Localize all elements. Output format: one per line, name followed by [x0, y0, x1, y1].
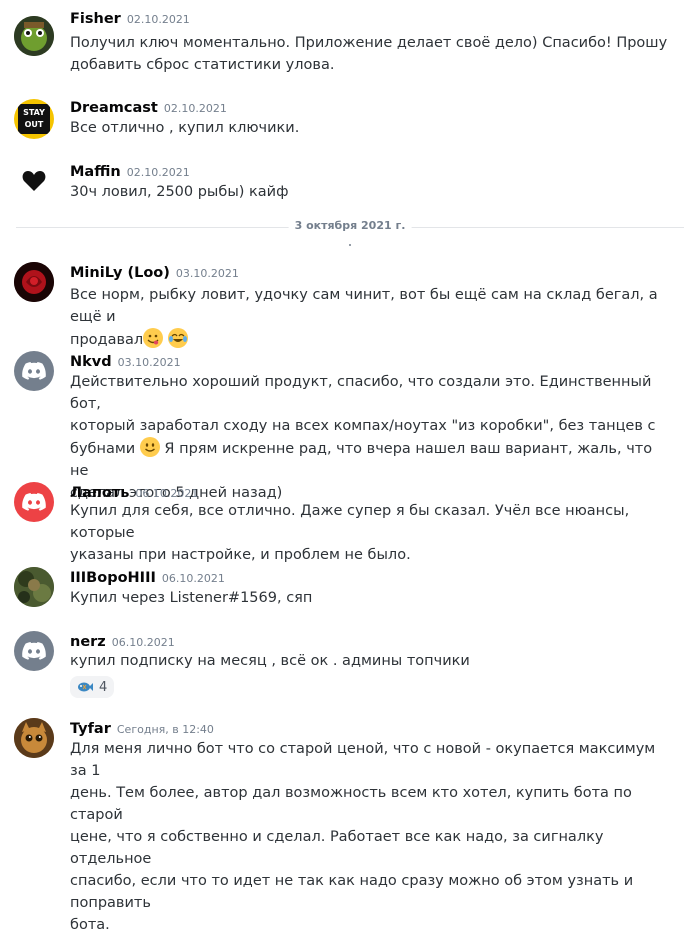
- message-maffin: Maffin 02.10.2021 30ч ловил, 2500 рыбы) к…: [0, 161, 700, 211]
- avatar-maffin[interactable]: [14, 161, 54, 201]
- message-lapot: Лапоть 06.10.2021 Купил для себя, все отл…: [0, 482, 700, 563]
- stay-out-logo-icon: STAY OUT: [18, 104, 50, 134]
- divider-dot: [349, 244, 351, 246]
- reaction-button[interactable]: 4: [70, 676, 115, 698]
- timestamp: 06.10.2021: [135, 487, 199, 500]
- text-line: Действительно хороший продукт, спасибо, …: [70, 374, 652, 412]
- author-name[interactable]: Dreamcast: [70, 100, 158, 116]
- date-divider-label: 3 октября 2021 г.: [288, 219, 412, 232]
- message-iiiborohiii: IIIBороHIII 06.10.2021 Купил через Listen…: [0, 567, 700, 617]
- fish-emoji-icon: [78, 682, 93, 692]
- message-tyfar: Tyfar Сегодня, в 12:40 Для меня лично бот…: [0, 718, 700, 933]
- text-line: купил подписку на месяц , всё ок . админ…: [70, 653, 470, 669]
- timestamp: 02.10.2021: [126, 13, 190, 26]
- message-text: Для меня лично бот что со старой ценой, …: [70, 738, 670, 936]
- author-name[interactable]: IIIBороHIII: [70, 570, 156, 586]
- text-line: Купил через Listener#1569, сяп: [70, 590, 313, 606]
- text-line: Для меня лично бот что со старой ценой, …: [70, 741, 656, 779]
- text-line: цене, что я собственно и сделал. Работае…: [70, 829, 604, 867]
- timestamp: 03.10.2021: [175, 267, 239, 280]
- frog-avatar-icon: [14, 16, 54, 56]
- avatar-fisher[interactable]: [14, 16, 54, 56]
- message-text: Все норм, рыбку ловит, удочку сам чинит,…: [70, 284, 670, 351]
- message-text: 30ч ловил, 2500 рыбы) кайф: [70, 181, 670, 203]
- author-name[interactable]: MiniLy (Loo): [70, 265, 170, 281]
- text-line: Все отлично , купил ключики.: [70, 120, 300, 136]
- author-name[interactable]: nerz: [70, 634, 106, 650]
- timestamp: 02.10.2021: [126, 166, 190, 179]
- author-name[interactable]: Лапоть: [70, 485, 129, 501]
- timestamp: Сегодня, в 12:40: [116, 723, 214, 736]
- text-line: спасибо, если что то идет не так как над…: [70, 873, 634, 911]
- text-line: продавал: [70, 328, 670, 351]
- author-name[interactable]: Maffin: [70, 164, 121, 180]
- message-minily: MiniLy (Loo) 03.10.2021 Все норм, рыбку л…: [0, 262, 700, 348]
- avatar-dreamcast[interactable]: STAY OUT: [14, 99, 54, 139]
- text-line: бота.: [70, 917, 110, 933]
- discord-logo-icon: [22, 642, 46, 660]
- message-nkvd: Nkvd 03.10.2021 Действительно хороший про…: [0, 351, 700, 501]
- tears-of-joy-emoji-icon: [167, 328, 188, 348]
- message-text: купил подписку на месяц , всё ок . админ…: [70, 650, 670, 672]
- avatar-tyfar[interactable]: [14, 718, 54, 758]
- message-fisher: Fisher 02.10.2021 Получил ключ моментальн…: [0, 8, 700, 78]
- timestamp: 03.10.2021: [117, 356, 181, 369]
- timestamp: 06.10.2021: [111, 636, 175, 649]
- text-line: Все норм, рыбку ловит, удочку сам чинит,…: [70, 287, 658, 325]
- heart-icon: [22, 171, 46, 191]
- avatar-nkvd[interactable]: [14, 351, 54, 391]
- text-segment: бубнами: [70, 441, 136, 457]
- avatar-lapot[interactable]: [14, 482, 54, 522]
- message-dreamcast: STAY OUT Dreamcast 02.10.2021 Все отлично …: [0, 97, 700, 147]
- text-line: Получил ключ моментально. Приложение дел…: [70, 35, 668, 51]
- text-line: день. Тем более, автор дал возможность в…: [70, 785, 632, 823]
- cat-avatar-icon: [14, 718, 54, 758]
- rose-avatar-icon: [14, 262, 54, 302]
- text-line: Купил для себя, все отлично. Даже супер …: [70, 503, 630, 541]
- author-name[interactable]: Tyfar: [70, 721, 111, 737]
- camo-avatar-icon: [14, 567, 54, 607]
- discord-logo-icon: [22, 362, 46, 380]
- text-line: который заработал сходу на всех компах/н…: [70, 418, 656, 434]
- message-text: Все отлично , купил ключики.: [70, 117, 670, 139]
- author-name[interactable]: Nkvd: [70, 354, 112, 370]
- text-line: 30ч ловил, 2500 рыбы) кайф: [70, 184, 289, 200]
- slight-smile-emoji-icon: [139, 437, 160, 457]
- text-line: бубнами Я прям искренне рад, что вчера н…: [70, 437, 670, 482]
- discord-logo-icon: [22, 493, 46, 511]
- text-line: добавить сброс статистики улова.: [70, 57, 335, 73]
- author-name[interactable]: Fisher: [70, 11, 121, 27]
- text-segment: продавал: [70, 332, 144, 348]
- avatar-iiiborohiii[interactable]: [14, 567, 54, 607]
- message-text: Купил для себя, все отлично. Даже супер …: [70, 500, 670, 566]
- timestamp: 02.10.2021: [163, 102, 227, 115]
- message-text: Купил через Listener#1569, сяп: [70, 587, 670, 609]
- timestamp: 06.10.2021: [161, 572, 225, 585]
- message-text: Получил ключ моментально. Приложение дел…: [70, 32, 670, 76]
- reaction-count: 4: [99, 679, 108, 695]
- text-line: указаны при настройке, и проблем не было…: [70, 547, 411, 563]
- yum-face-emoji-icon: [143, 328, 164, 348]
- avatar-nerz[interactable]: [14, 631, 54, 671]
- message-nerz: nerz 06.10.2021 купил подписку на месяц ,…: [0, 631, 700, 703]
- avatar-minily[interactable]: [14, 262, 54, 302]
